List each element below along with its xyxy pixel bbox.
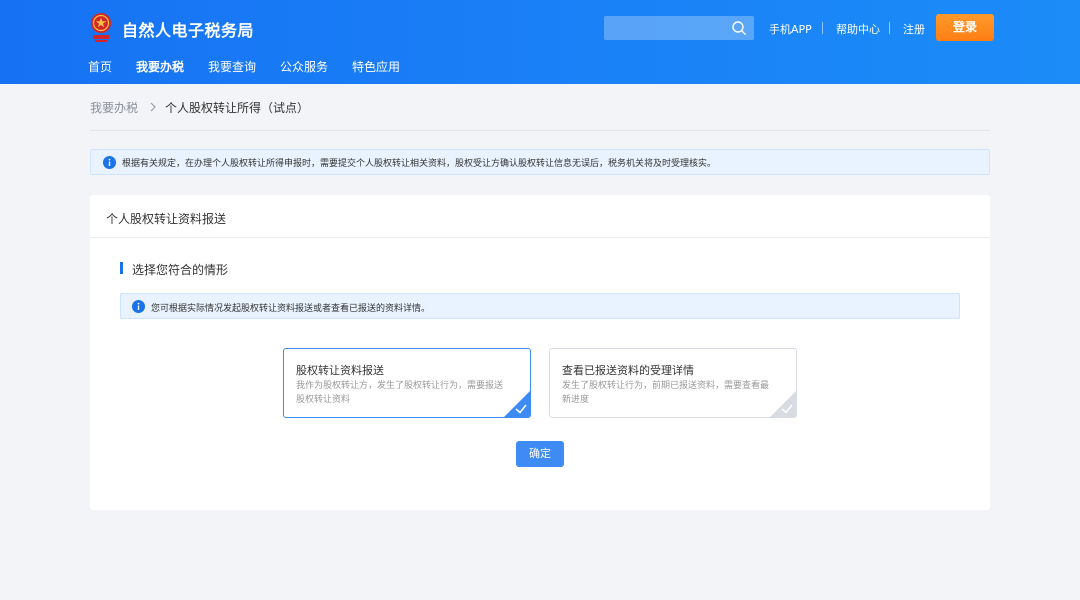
nav-item-tax-filing[interactable]: 我要办税 bbox=[136, 58, 184, 75]
info-icon bbox=[103, 156, 116, 169]
login-button[interactable]: 登录 bbox=[936, 14, 994, 41]
breadcrumb-current: 个人股权转让所得（试点） bbox=[165, 101, 310, 115]
breadcrumb-parent-link[interactable]: 我要办税 bbox=[90, 99, 138, 116]
option-description: 我作为股权转让方，发生了股权转让行为，需要报送股权转让资料 bbox=[296, 381, 504, 405]
option-view-submitted-details[interactable]: 查看已报送资料的受理详情 发生了股权转让行为，前期已报送资料，需要查看最新进度 bbox=[549, 348, 797, 418]
check-icon bbox=[770, 391, 796, 417]
link-divider bbox=[822, 22, 823, 34]
option-description: 发生了股权转让行为，前期已报送资料，需要查看最新进度 bbox=[562, 381, 770, 405]
option-title: 查看已报送资料的受理详情 bbox=[562, 364, 694, 377]
nav-item-public-service[interactable]: 公众服务 bbox=[280, 58, 328, 75]
nav-item-featured-apps[interactable]: 特色应用 bbox=[352, 58, 400, 75]
nav-item-query[interactable]: 我要查询 bbox=[208, 58, 256, 75]
top-header: 自然人电子税务局 手机APP 帮助中心 注册 登录 首页 我要办税 我要查询 公… bbox=[0, 0, 1080, 84]
notice-banner: 根据有关规定，在办理个人股权转让所得申报时，需要提交个人股权转让相关资料，股权受… bbox=[90, 149, 990, 175]
nav-item-home[interactable]: 首页 bbox=[88, 58, 112, 75]
section-title: 选择您符合的情形 bbox=[132, 263, 229, 277]
notice-text: 根据有关规定，在办理个人股权转让所得申报时，需要提交个人股权转让相关资料，股权受… bbox=[122, 159, 717, 169]
chevron-right-icon bbox=[150, 102, 156, 112]
help-center-link[interactable]: 帮助中心 bbox=[836, 21, 880, 37]
sub-notice-banner: 您可根据实际情况发起股权转让资料报送或者查看已报送的资料详情。 bbox=[120, 293, 960, 319]
search-box[interactable] bbox=[604, 16, 754, 40]
search-input[interactable] bbox=[604, 16, 724, 40]
breadcrumb-divider bbox=[90, 130, 990, 131]
card-divider bbox=[90, 237, 990, 238]
sub-notice-text: 您可根据实际情况发起股权转让资料报送或者查看已报送的资料详情。 bbox=[151, 304, 431, 314]
option-submit-transfer-docs[interactable]: 股权转让资料报送 我作为股权转让方，发生了股权转让行为，需要报送股权转让资料 bbox=[283, 348, 531, 418]
main-card: 个人股权转让资料报送 选择您符合的情形 您可根据实际情况发起股权转让资料报送或者… bbox=[90, 195, 990, 510]
tax-emblem-icon[interactable] bbox=[88, 12, 114, 44]
link-divider bbox=[889, 22, 890, 34]
option-title: 股权转让资料报送 bbox=[296, 364, 384, 377]
card-title: 个人股权转让资料报送 bbox=[106, 212, 227, 226]
info-icon bbox=[132, 300, 145, 313]
check-icon bbox=[504, 391, 530, 417]
register-link[interactable]: 注册 bbox=[903, 21, 925, 37]
mobile-app-link[interactable]: 手机APP bbox=[769, 21, 812, 37]
search-icon[interactable] bbox=[731, 20, 747, 36]
section-marker bbox=[120, 262, 123, 274]
site-title[interactable]: 自然人电子税务局 bbox=[122, 17, 254, 41]
confirm-button[interactable]: 确定 bbox=[516, 441, 564, 467]
